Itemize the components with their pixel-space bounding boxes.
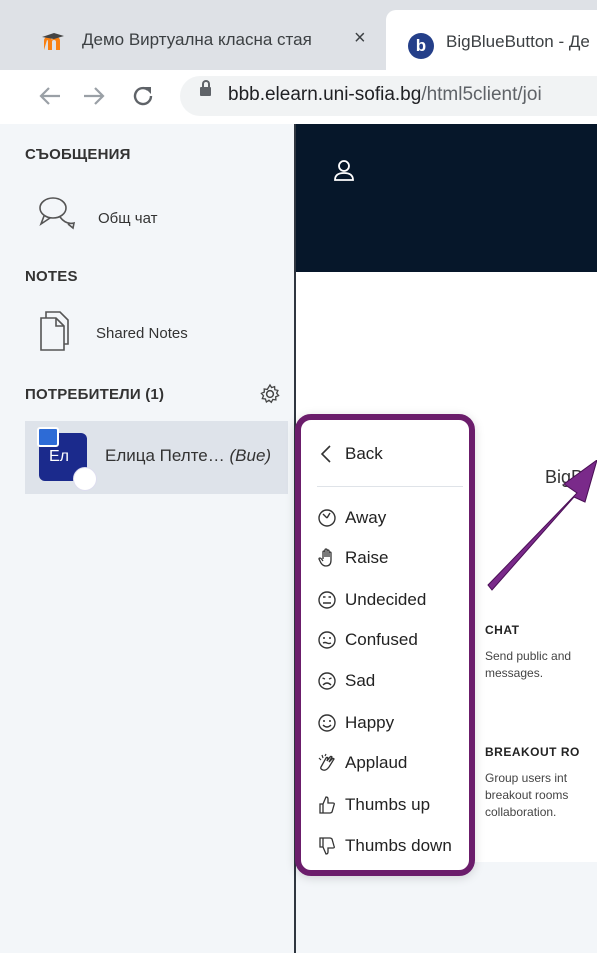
gear-icon[interactable]	[259, 383, 281, 405]
menu-divider	[317, 486, 463, 487]
back-arrow-icon[interactable]	[36, 84, 64, 108]
status-undecided[interactable]: Undecided	[317, 584, 426, 616]
user-list-item[interactable]: Ел Елица Пелте… (Вие)	[25, 421, 288, 494]
status-sad[interactable]: Sad	[317, 665, 375, 697]
feature-cards	[460, 582, 597, 862]
chat-card-text-1: Send public and	[485, 649, 572, 663]
sidebar	[0, 124, 296, 953]
status-confused[interactable]: Confused	[317, 624, 418, 656]
user-list-toggle-icon[interactable]	[333, 158, 355, 182]
bigbluebutton-icon: b	[408, 33, 434, 59]
lock-icon	[200, 80, 211, 96]
address-bar[interactable]: bbb.elearn.uni-sofia.bg/html5client/joi	[180, 76, 597, 116]
top-navbar	[296, 124, 597, 272]
chat-card-text-2: messages.	[485, 666, 544, 680]
status-applaud[interactable]: Applaud	[317, 747, 407, 779]
breakout-card-text-3: collaboration.	[485, 805, 557, 819]
clock-icon	[318, 509, 336, 527]
breakout-card-heading: BREAKOUT RO	[485, 745, 580, 759]
status-away[interactable]: Away	[317, 502, 386, 534]
sad-face-icon	[318, 672, 336, 690]
chevron-left-icon	[320, 445, 331, 463]
happy-face-icon	[318, 714, 336, 732]
notes-icon	[40, 311, 69, 351]
annotation-arrow	[487, 460, 597, 591]
status-thumbs-down[interactable]: Thumbs down	[317, 830, 452, 862]
status-raise[interactable]: Raise	[317, 542, 388, 574]
moodle-icon	[42, 33, 64, 50]
breakout-card-text-2: breakout rooms	[485, 788, 569, 802]
back-menu-item[interactable]: Back	[317, 438, 383, 470]
confused-face-icon	[318, 631, 336, 649]
notes-heading: NOTES	[25, 268, 78, 285]
status-happy[interactable]: Happy	[317, 707, 394, 739]
breakout-card-text-1: Group users int	[485, 771, 568, 785]
raise-hand-icon	[318, 548, 332, 567]
thumbs-down-icon	[319, 837, 335, 855]
status-indicator	[73, 467, 97, 491]
presenter-icon	[37, 427, 59, 447]
applaud-icon	[318, 753, 335, 771]
status-menu: Back Away Raise Undecided Confused Sad H…	[295, 414, 475, 876]
undecided-face-icon	[318, 591, 336, 609]
public-chat-item[interactable]: Общ чат	[98, 210, 157, 227]
user-name: Елица Пелте… (Вие)	[105, 446, 272, 465]
url-text: bbb.elearn.uni-sofia.bg/html5client/joi	[228, 84, 542, 105]
chat-card-heading: CHAT	[485, 623, 520, 637]
reload-icon[interactable]	[130, 83, 156, 109]
chat-icon	[39, 197, 76, 230]
forward-arrow-icon[interactable]	[80, 84, 108, 108]
status-thumbs-up[interactable]: Thumbs up	[317, 789, 430, 821]
messages-heading: СЪОБЩЕНИЯ	[25, 146, 131, 163]
tab-title: Демо Виртуална класна стая	[82, 30, 312, 49]
users-heading: ПОТРЕБИТЕЛИ (1)	[25, 386, 165, 403]
close-tab-icon[interactable]: ×	[354, 27, 366, 50]
avatar: Ел	[37, 427, 97, 491]
thumbs-up-icon	[319, 796, 335, 814]
shared-notes-item[interactable]: Shared Notes	[96, 325, 188, 342]
tab-title: BigBlueButton - Де	[446, 32, 590, 51]
